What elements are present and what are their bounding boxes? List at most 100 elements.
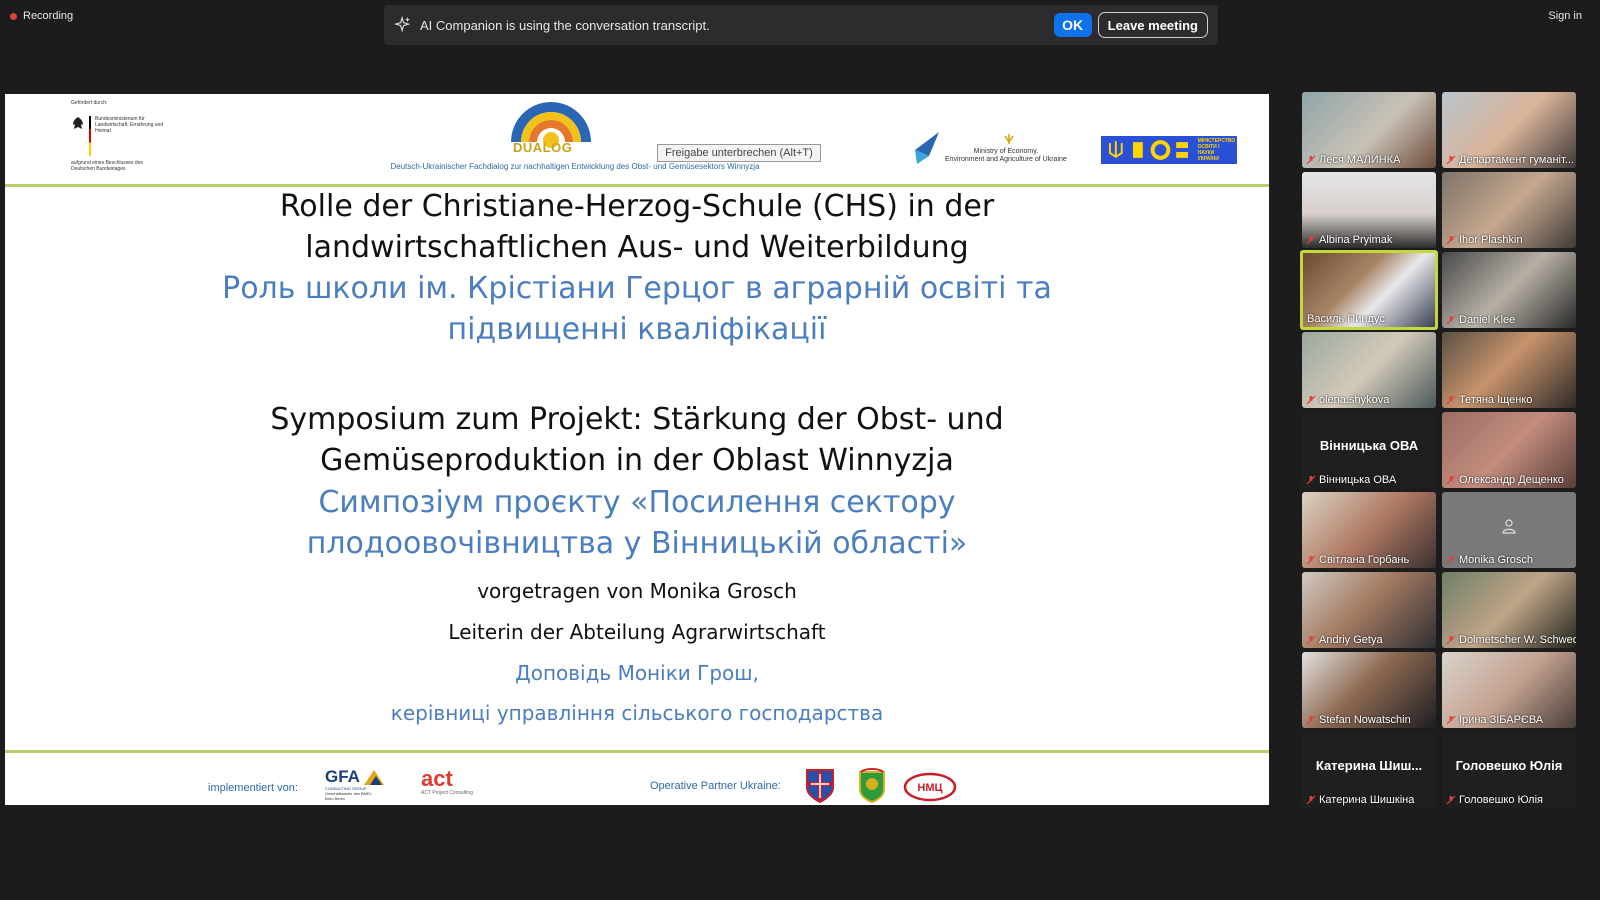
participant-tile[interactable]: Andriy Getya xyxy=(1302,572,1436,648)
ministry-economy-name-line2: Environment and Agriculture of Ukraine xyxy=(945,156,1067,163)
mute-icon xyxy=(1306,395,1316,405)
symposium-de-line1: Symposium zum Projekt: Stärkung der Obst… xyxy=(270,402,1004,437)
participant-tile[interactable]: Олександр Дещенко xyxy=(1442,412,1576,488)
gfa-logo: GFA CONSULTING GROUP Geschäftsstelle des… xyxy=(325,768,399,804)
presenter-role-de: Leiterin der Abteilung Agrarwirtschaft xyxy=(448,620,826,644)
nmc-logo-icon: НМЦ xyxy=(903,772,957,802)
leave-meeting-button[interactable]: Leave meeting xyxy=(1097,12,1208,38)
agrarian-university-crest-icon xyxy=(859,768,885,804)
participant-name: Daniel Klee xyxy=(1459,314,1516,326)
ministry-economy-name-line1: Ministry of Economy, xyxy=(973,148,1039,155)
recording-label: Recording xyxy=(23,10,74,22)
mute-icon xyxy=(1446,235,1456,245)
mon-letters-icon xyxy=(1132,140,1188,160)
participant-name: Ірина ЗІБАРЄВА xyxy=(1459,714,1544,726)
mon-name-line3: УКРАЇНИ xyxy=(1197,156,1219,162)
shared-slide: Gefördert durch: Bundesministerium für L… xyxy=(5,94,1269,805)
act-logo-sub: ACT Project Consulting xyxy=(421,790,473,796)
participant-tile[interactable]: Stefan Nowatschin xyxy=(1302,652,1436,728)
participant-name: Monika Grosch xyxy=(1459,554,1533,566)
participant-tile-no-video[interactable]: Monika Grosch xyxy=(1442,492,1576,568)
mute-icon xyxy=(1446,795,1456,805)
dualog-subtitle: Deutsch-Ukrainischer Fachdialog zur nach… xyxy=(390,162,760,171)
mute-icon xyxy=(1306,795,1316,805)
participant-name: Леся МАЛИНКА xyxy=(1319,154,1401,166)
presenter-role-ua: керівниці управління сільського господар… xyxy=(390,701,884,725)
participant-tile-active-speaker[interactable]: Василь Пиндус xyxy=(1300,250,1438,330)
presenter-ua: Доповідь Моніки Грош, xyxy=(515,661,759,685)
trident-icon xyxy=(1108,141,1123,159)
participant-name: Катерина Шишкіна xyxy=(1319,794,1415,806)
bmel-bundestag-note: aufgrund eines Beschlusses des Deutschen… xyxy=(71,160,143,172)
participant-tile-no-video[interactable]: Вінницька ОВА Вінницька ОВА xyxy=(1302,412,1436,488)
participant-tile[interactable]: Dolmetscher W. Schwed xyxy=(1442,572,1576,648)
mute-icon xyxy=(1446,715,1456,725)
participant-name: Ihor Plashkin xyxy=(1459,234,1523,246)
mute-icon xyxy=(1306,635,1316,645)
implemented-by-label: implementiert von: xyxy=(208,782,298,794)
recording-dot-icon xyxy=(10,12,17,20)
title-ua-line1: Роль школи ім. Крістіани Герцог в аграрн… xyxy=(222,271,1052,306)
participant-name: olena.shykova xyxy=(1319,394,1390,406)
mon-name-line2: ОСВІТИ І НАУКИ xyxy=(1197,144,1220,156)
participant-tile[interactable]: Світлана Горбань xyxy=(1302,492,1436,568)
ministry-economy-name: Ministry of Economy, Environment and Agr… xyxy=(945,148,1067,164)
gfa-logo-text: GFA xyxy=(325,767,360,786)
participant-name: Вінницька ОВА xyxy=(1319,474,1397,486)
symposium-ua-line1: Симпозіум проєкту «Посилення сектору xyxy=(318,485,956,520)
participant-tile[interactable]: Тетяна Іщенко xyxy=(1442,332,1576,408)
ai-sparkle-icon xyxy=(394,16,411,33)
title-ua-line2: підвищенні кваліфікації xyxy=(447,312,827,347)
participant-name: Головешко Юлія xyxy=(1459,794,1543,806)
participant-tile[interactable]: Daniel Klee xyxy=(1442,252,1576,328)
participant-tile-no-video[interactable]: Катерина Шиш... Катерина Шишкіна xyxy=(1302,732,1436,808)
vinnytsia-crest-icon xyxy=(806,769,834,804)
mute-icon xyxy=(1446,315,1456,325)
participant-name: Тетяна Іщенко xyxy=(1459,394,1533,406)
ai-companion-banner: AI Companion is using the conversation t… xyxy=(384,5,1218,45)
mute-icon xyxy=(1446,395,1456,405)
sign-in-link[interactable]: Sign in xyxy=(1548,10,1582,22)
meeting-top-bar: Recording AI Companion is using the conv… xyxy=(0,0,1600,60)
act-logo: act ACT Project Consulting xyxy=(421,768,481,802)
participant-display-name: Головешко Юлія xyxy=(1455,758,1563,773)
participant-tile[interactable]: Леся МАЛИНКА xyxy=(1302,92,1436,168)
participant-name: Dolmetscher W. Schwed xyxy=(1459,634,1576,646)
participant-name: Департамент гуманіт... xyxy=(1459,154,1574,166)
user-placeholder-icon xyxy=(1502,519,1516,534)
ok-button[interactable]: OK xyxy=(1053,13,1092,37)
participant-tile[interactable]: Ihor Plashkin xyxy=(1442,172,1576,248)
title-de-line2: landwirtschaftlichen Aus- und Weiterbild… xyxy=(305,230,969,265)
mute-icon xyxy=(1306,155,1316,165)
participant-name: Andriy Getya xyxy=(1319,634,1383,646)
ministry-education-logo: МІНІСТЕРСТВО ОСВІТИ І НАУКИ УКРАЇНИ xyxy=(1101,136,1237,164)
gfa-logo-sub3: Büro Berlin xyxy=(325,796,345,801)
symposium-de-line2: Gemüseproduktion in der Oblast Winnyzja xyxy=(320,443,954,478)
presenter-de: vorgetragen von Monika Grosch xyxy=(477,579,797,603)
participant-tile[interactable]: Ірина ЗІБАРЄВА xyxy=(1442,652,1576,728)
participant-name: Олександр Дещенко xyxy=(1459,474,1564,486)
symposium-ua-line2: плодоовочівництва у Вінницькій області» xyxy=(306,526,968,561)
participant-tile-no-video[interactable]: Головешко Юлія Головешко Юлія xyxy=(1442,732,1576,808)
participant-name: Albina Pryimak xyxy=(1319,234,1393,246)
pause-share-tooltip: Freigabe unterbrechen (Alt+T) xyxy=(657,144,821,162)
participant-tile[interactable]: olena.shykova xyxy=(1302,332,1436,408)
participant-tile[interactable]: Albina Pryimak xyxy=(1302,172,1436,248)
participant-display-name: Катерина Шиш... xyxy=(1315,758,1423,773)
participant-name: Світлана Горбань xyxy=(1319,554,1410,566)
participant-tile[interactable]: Департамент гуманіт... xyxy=(1442,92,1576,168)
recording-indicator[interactable]: Recording xyxy=(10,10,73,22)
mute-icon xyxy=(1306,235,1316,245)
bmel-ministry-name: Bundesministerium für Landwirtschaft, Er… xyxy=(95,116,164,134)
dualog-title: DUALOG xyxy=(513,140,573,155)
operative-partner-label: Operative Partner Ukraine: xyxy=(650,780,781,792)
nmc-logo-text: НМЦ xyxy=(917,782,942,794)
mute-icon xyxy=(1446,155,1456,165)
mute-icon xyxy=(1306,555,1316,565)
federal-eagle-icon xyxy=(73,117,83,129)
bmel-funded-label: Gefördert durch: xyxy=(71,100,108,106)
participant-gallery[interactable]: Леся МАЛИНКА Департамент гуманіт... Albi… xyxy=(1300,92,1578,812)
footer-divider xyxy=(5,750,1269,753)
mute-icon xyxy=(1446,475,1456,485)
title-de-line1: Rolle der Christiane-Herzog-Schule (CHS)… xyxy=(279,189,995,224)
